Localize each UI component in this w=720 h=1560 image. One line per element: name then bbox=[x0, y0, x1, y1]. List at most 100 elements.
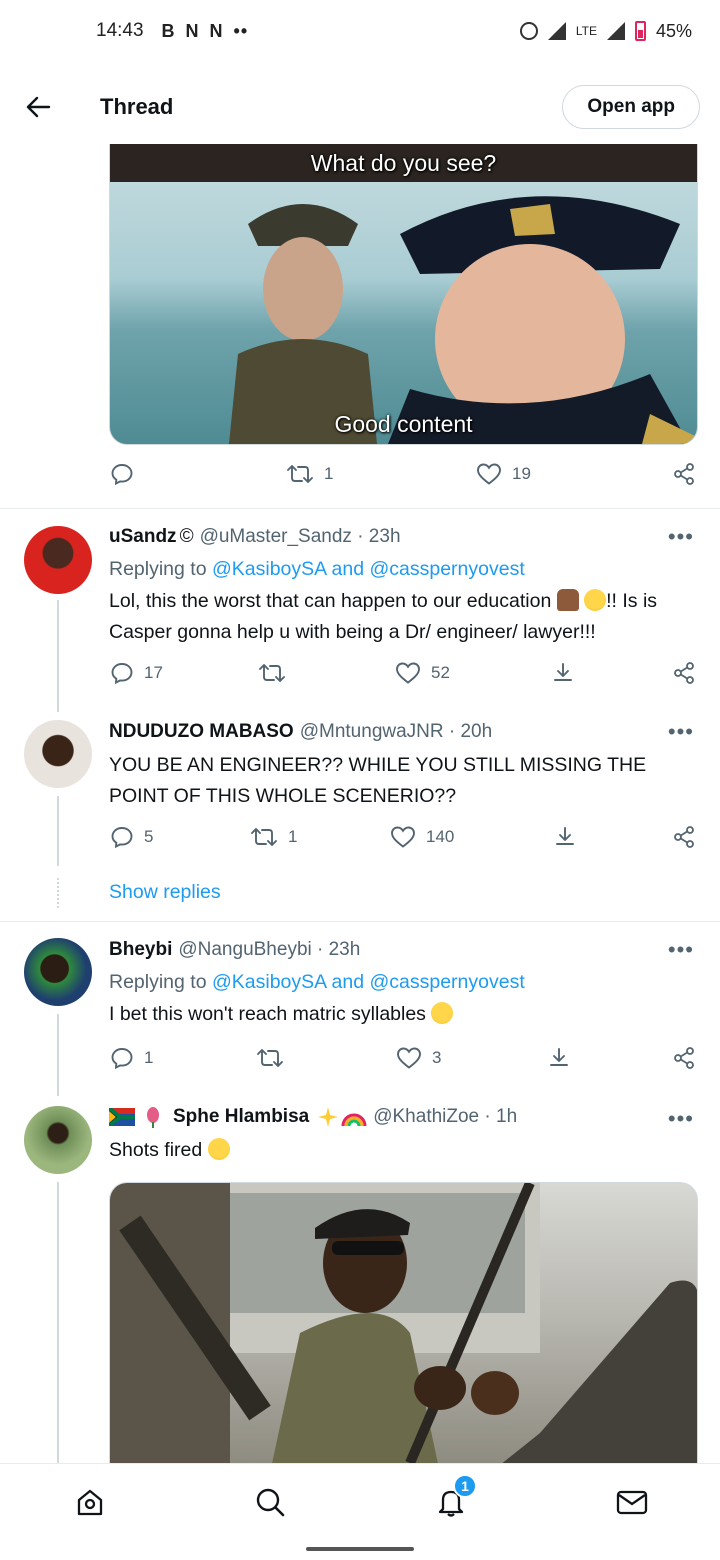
more-options-icon[interactable]: ••• bbox=[668, 524, 694, 550]
image-caption-bottom: Good content bbox=[334, 411, 473, 437]
nav-search[interactable] bbox=[250, 1482, 290, 1522]
download-icon bbox=[556, 827, 574, 845]
reply-button[interactable]: 1 bbox=[110, 1046, 153, 1070]
retweet-button[interactable]: 1 bbox=[250, 825, 297, 849]
reply-count: 1 bbox=[144, 1048, 154, 1067]
share-icon bbox=[674, 662, 694, 684]
tweet-header: Bheybi @NanguBheybi · 23h bbox=[109, 939, 360, 961]
home-icon bbox=[77, 1489, 103, 1516]
notif-icon-n2: N bbox=[209, 20, 224, 41]
retweet-icon bbox=[259, 664, 285, 682]
reply-button[interactable]: 5 bbox=[110, 825, 153, 849]
reply-icon bbox=[111, 464, 133, 486]
replying-to: Replying to @KasiboySA and @casspernyove… bbox=[109, 971, 525, 994]
author-handle[interactable]: @NanguBheybi · 23h bbox=[178, 939, 360, 961]
more-options-icon[interactable]: ••• bbox=[668, 937, 694, 963]
nav-home[interactable] bbox=[70, 1482, 110, 1522]
retweet-icon bbox=[251, 828, 277, 846]
avatar[interactable] bbox=[24, 720, 92, 788]
author-handle[interactable]: @uMaster_Sandz · 23h bbox=[200, 526, 401, 548]
download-icon bbox=[550, 1048, 568, 1066]
nav-notifications[interactable]: 1 bbox=[431, 1474, 477, 1522]
like-button[interactable]: 19 bbox=[476, 462, 531, 486]
author-name[interactable]: Bheybi bbox=[109, 939, 172, 961]
home-indicator[interactable] bbox=[306, 1547, 414, 1551]
author-handle[interactable]: @MntungwaJNR · 20h bbox=[300, 721, 492, 743]
replying-to-link[interactable]: @KasiboySA and @casspernyovest bbox=[212, 558, 525, 580]
open-app-button[interactable]: Open app bbox=[562, 85, 700, 129]
download-icon bbox=[554, 663, 572, 681]
like-button[interactable]: 3 bbox=[396, 1046, 441, 1070]
mail-icon bbox=[616, 1490, 648, 1515]
more-options-icon[interactable]: ••• bbox=[668, 719, 694, 745]
network-type: LTE bbox=[575, 24, 597, 38]
tweet-actions: 17 52 bbox=[0, 661, 720, 691]
retweet-count: 1 bbox=[324, 464, 334, 483]
notif-more-icon: •• bbox=[233, 20, 249, 41]
arrow-left-icon bbox=[26, 96, 51, 118]
like-count: 52 bbox=[431, 663, 450, 682]
download-button[interactable] bbox=[551, 661, 575, 685]
retweet-button[interactable] bbox=[256, 1046, 284, 1070]
divider bbox=[0, 508, 720, 509]
reply-icon bbox=[111, 663, 133, 685]
retweet-button[interactable] bbox=[258, 661, 286, 685]
author-name[interactable]: Sphe Hlambisa bbox=[173, 1106, 309, 1128]
replying-to-link[interactable]: @KasiboySA and @casspernyovest bbox=[212, 971, 525, 993]
like-button[interactable]: 52 bbox=[395, 661, 450, 685]
retweet-count: 1 bbox=[288, 827, 298, 846]
avatar[interactable] bbox=[24, 938, 92, 1006]
author-name[interactable]: uSandz bbox=[109, 526, 177, 548]
tweet-header: uSandz © @uMaster_Sandz · 23h bbox=[109, 526, 401, 548]
avatar[interactable] bbox=[24, 526, 92, 594]
status-bar: 14:43 B N N •• LTE 45% bbox=[0, 0, 720, 62]
notif-icon-b: B bbox=[161, 20, 176, 41]
share-button[interactable] bbox=[672, 1046, 696, 1070]
show-replies-link[interactable]: Show replies bbox=[109, 881, 221, 904]
author-name[interactable]: NDUDUZO MABASO bbox=[109, 721, 294, 743]
laughing-emoji-icon bbox=[207, 1138, 230, 1160]
share-button[interactable] bbox=[672, 661, 696, 685]
thread-line bbox=[57, 1182, 59, 1464]
more-options-icon[interactable]: ••• bbox=[668, 1106, 694, 1132]
officer-figure-right bbox=[388, 196, 695, 444]
like-button[interactable]: 140 bbox=[390, 825, 454, 849]
tweet-image[interactable]: What do you see? Good content bbox=[109, 144, 698, 445]
reply-icon bbox=[111, 1048, 133, 1070]
heart-icon bbox=[477, 463, 501, 485]
tweet-image[interactable] bbox=[109, 1182, 698, 1472]
thread-dots bbox=[57, 878, 59, 908]
share-icon bbox=[674, 1047, 694, 1069]
alarm-icon bbox=[519, 22, 538, 40]
divider bbox=[0, 921, 720, 922]
notif-icon-n1: N bbox=[185, 20, 200, 41]
back-button[interactable] bbox=[18, 87, 58, 127]
notification-badge: 1 bbox=[453, 1474, 477, 1498]
retweet-button[interactable]: 1 bbox=[286, 462, 333, 486]
reply-button[interactable]: 17 bbox=[110, 661, 163, 685]
share-button[interactable] bbox=[672, 462, 696, 486]
retweet-icon bbox=[257, 1049, 283, 1067]
share-icon bbox=[674, 826, 694, 848]
tweet-text-body: I bet this won't reach matric syllables bbox=[109, 1003, 426, 1025]
sparkles-icon bbox=[318, 1107, 339, 1127]
facepalm-emoji-icon bbox=[556, 589, 579, 611]
battery-icon bbox=[634, 21, 646, 41]
share-icon bbox=[674, 463, 694, 485]
download-button[interactable] bbox=[547, 1046, 571, 1070]
nav-messages[interactable] bbox=[612, 1482, 652, 1522]
avatar[interactable] bbox=[24, 1106, 92, 1174]
signal-icon-2 bbox=[606, 22, 625, 40]
status-time: 14:43 bbox=[96, 20, 144, 41]
author-handle[interactable]: @KhathiZoe · 1h bbox=[373, 1106, 517, 1128]
replying-prefix: Replying to bbox=[109, 558, 207, 580]
reply-icon bbox=[111, 827, 133, 849]
reply-button[interactable] bbox=[110, 462, 134, 486]
soldier-photo bbox=[110, 1183, 697, 1471]
download-button[interactable] bbox=[553, 825, 577, 849]
officer-figure-left bbox=[229, 204, 377, 444]
battery-level: 45% bbox=[655, 20, 692, 41]
share-button[interactable] bbox=[672, 825, 696, 849]
replying-to: Replying to @KasiboySA and @casspernyove… bbox=[109, 558, 525, 581]
copyright-mark: © bbox=[179, 526, 194, 547]
